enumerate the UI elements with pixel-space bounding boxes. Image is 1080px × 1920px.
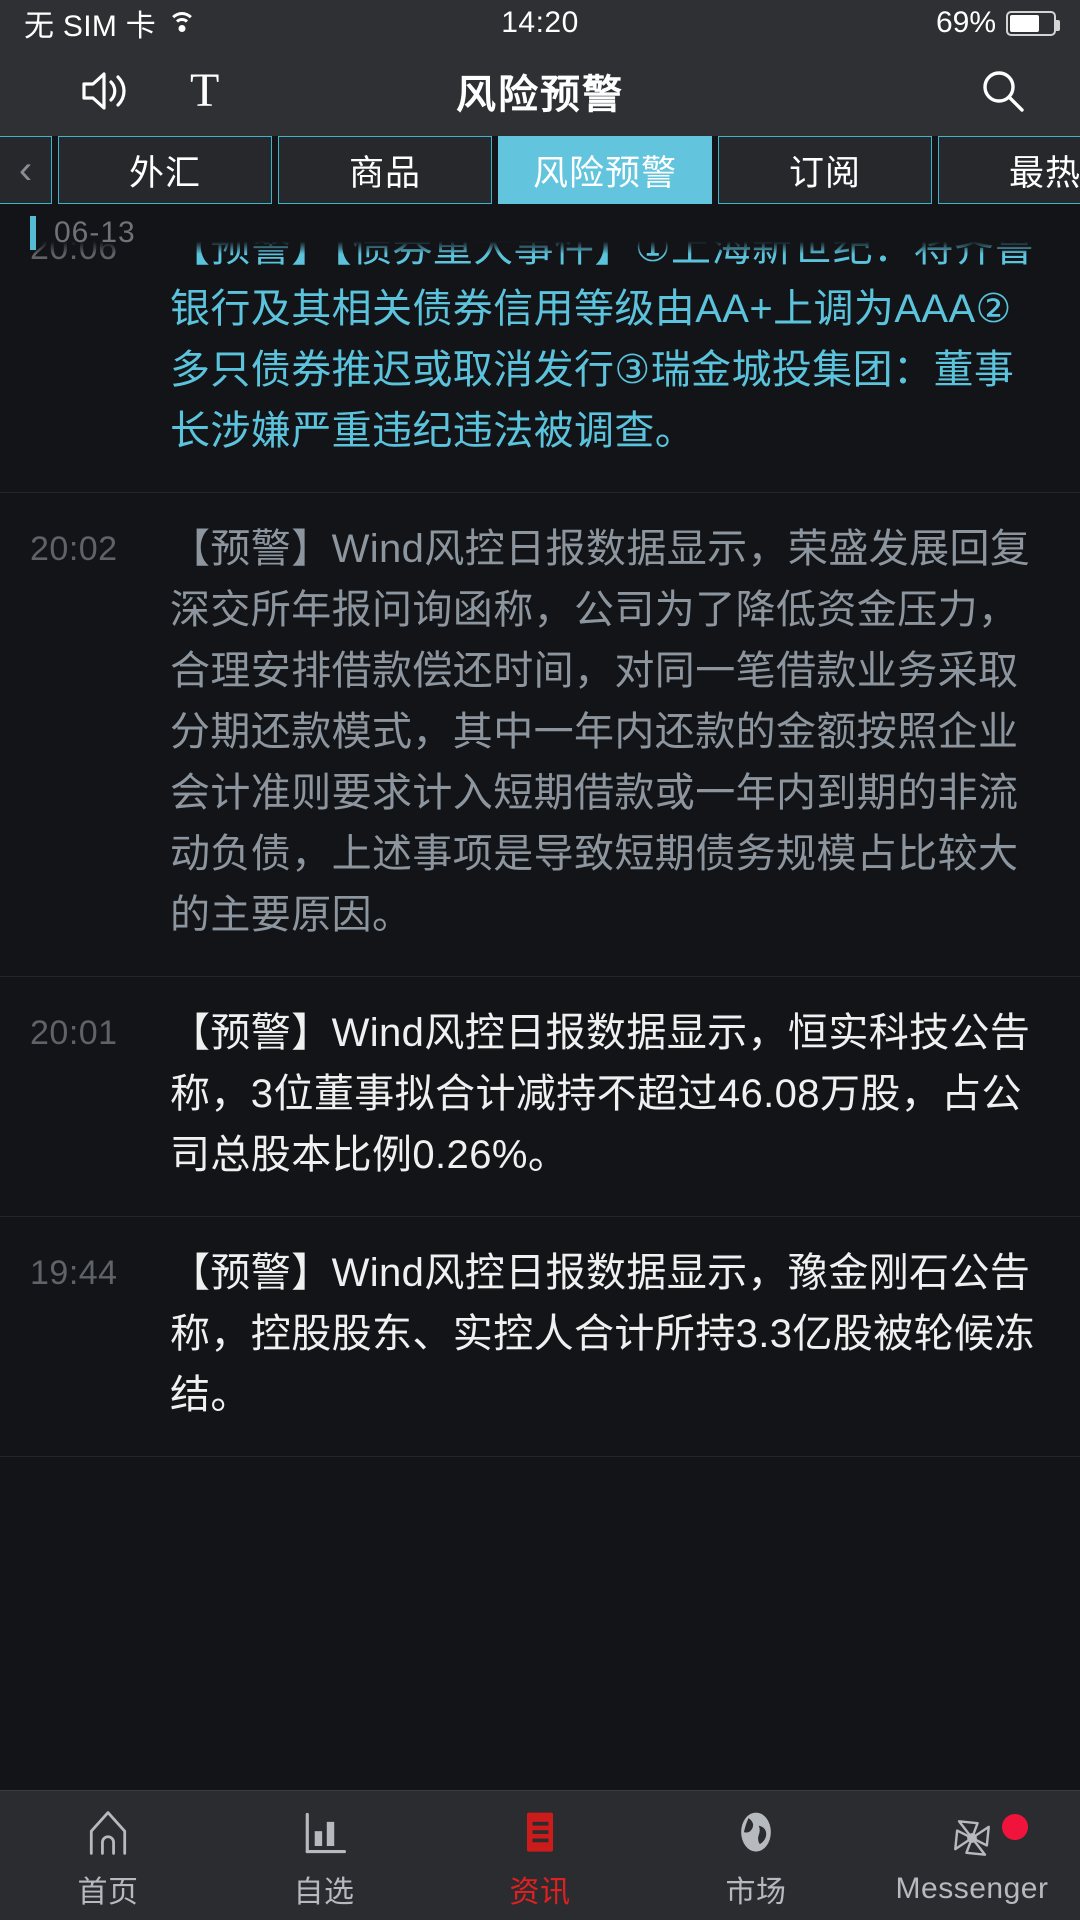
bottom-tab-home[interactable]: 首页 <box>0 1801 216 1911</box>
news-time: 20:02 <box>30 530 118 568</box>
tab-fengxianyujing[interactable]: 风险预警 <box>498 136 712 204</box>
speaker-icon[interactable] <box>78 65 132 117</box>
news-time: 19:44 <box>30 1254 118 1292</box>
bottom-tab-market[interactable]: 市场 <box>648 1801 864 1911</box>
news-feed[interactable]: 06-13 20:06 【预警】【债券重大事件】①上海新世纪：将齐鲁银行及其相关… <box>0 204 1080 1790</box>
status-bar-right: 69% <box>935 6 1060 40</box>
tab-zuire[interactable]: 最热 <box>938 136 1080 204</box>
news-list-item[interactable]: 19:44 【预警】Wind风控日报数据显示，豫金刚石公告称，控股股东、实控人合… <box>0 1217 1080 1457</box>
home-icon <box>82 1801 134 1859</box>
news-text: 【预警】Wind风控日报数据显示，豫金刚石公告称，控股股东、实控人合计所持3.3… <box>170 1251 1035 1417</box>
nav-left-group: T <box>40 65 219 117</box>
nav-bar: T 风险预警 <box>0 46 1080 136</box>
news-list-item[interactable]: 20:01 【预警】Wind风控日报数据显示，恒实科技公告称，3位董事拟合计减持… <box>0 977 1080 1217</box>
news-text: 【预警】Wind风控日报数据显示，恒实科技公告称，3位董事拟合计减持不超过46.… <box>170 1011 1031 1177</box>
carrier-label: 无 SIM 卡 <box>24 10 157 43</box>
tab-shangpin[interactable]: 商品 <box>278 136 492 204</box>
app-root: 无 SIM 卡 14:20 69% T 风险预警 ‹ 外汇 商品 风险预警 订阅… <box>0 0 1080 1920</box>
text-size-icon[interactable]: T <box>190 67 219 115</box>
status-bar: 无 SIM 卡 14:20 69% <box>0 0 1080 46</box>
news-time: 20:06 <box>30 218 170 462</box>
tab-waihui[interactable]: 外汇 <box>58 136 272 204</box>
news-time: 20:01 <box>30 1014 118 1052</box>
date-accent-bar <box>30 216 36 250</box>
barchart-icon <box>298 1801 350 1859</box>
bottom-tab-watchlist[interactable]: 自选 <box>216 1801 432 1911</box>
battery-icon <box>1006 10 1060 36</box>
bottom-tab-bar[interactable]: 首页 自选 资讯 市场 Messenger <box>0 1790 1080 1920</box>
date-label: 06-13 <box>54 216 136 249</box>
wifi-icon <box>167 11 197 35</box>
bottom-tab-news[interactable]: 资讯 <box>432 1801 648 1911</box>
globe-icon <box>730 1801 782 1859</box>
news-icon <box>514 1801 566 1859</box>
news-text: 【预警】Wind风控日报数据显示，荣盛发展回复深交所年报问询函称，公司为了降低资… <box>170 527 1031 937</box>
tabs-back-arrow[interactable]: ‹ <box>0 136 52 204</box>
date-header: 06-13 <box>0 212 1080 254</box>
news-text: 【预警】【债券重大事件】①上海新世纪：将齐鲁银行及其相关债券信用等级由AA+上调… <box>170 226 1034 453</box>
messenger-badge <box>1002 1813 1028 1840</box>
news-list-item[interactable]: 20:02 【预警】Wind风控日报数据显示，荣盛发展回复深交所年报问询函称，公… <box>0 493 1080 977</box>
tab-dingyue[interactable]: 订阅 <box>718 136 932 204</box>
bottom-tab-label: 首页 <box>77 1875 139 1909</box>
bottom-tab-label: 资讯 <box>509 1875 571 1909</box>
status-bar-left: 无 SIM 卡 <box>24 1 197 45</box>
category-tab-bar[interactable]: ‹ 外汇 商品 风险预警 订阅 最热 <box>0 136 1080 204</box>
bottom-tab-messenger[interactable]: Messenger <box>864 1806 1080 1906</box>
bottom-tab-label: 自选 <box>293 1875 355 1909</box>
battery-percent-label: 69% <box>935 6 996 39</box>
pinwheel-icon <box>946 1806 998 1864</box>
search-icon[interactable] <box>978 66 1028 116</box>
bottom-tab-label: Messenger <box>895 1871 1049 1905</box>
bottom-tab-label: 市场 <box>725 1875 787 1909</box>
